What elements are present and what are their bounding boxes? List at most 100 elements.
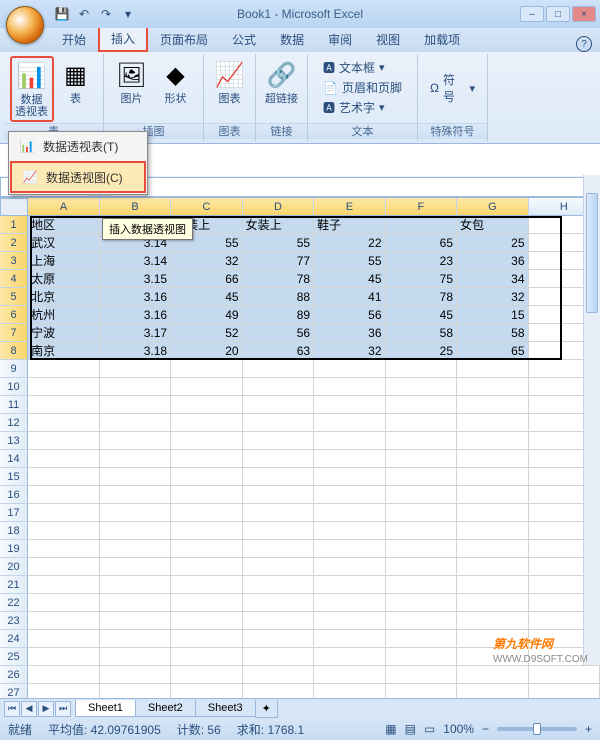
cell[interactable] [100,630,171,648]
cell[interactable]: 鞋子 [314,216,385,234]
col-F[interactable]: F [386,198,457,216]
cell[interactable] [457,432,528,450]
cell[interactable]: 32 [457,288,528,306]
row-header[interactable]: 9 [0,360,28,378]
cell[interactable]: 75 [386,270,457,288]
cell[interactable]: 北京 [28,288,99,306]
cell[interactable]: 45 [386,306,457,324]
row-header[interactable]: 25 [0,648,28,666]
zoom-level[interactable]: 100% [443,722,474,736]
row-header[interactable]: 14 [0,450,28,468]
cell[interactable] [171,504,242,522]
cell[interactable] [171,414,242,432]
cell[interactable] [386,450,457,468]
cell[interactable] [171,648,242,666]
cell[interactable] [100,414,171,432]
cell[interactable] [243,666,314,684]
cell[interactable] [100,594,171,612]
cell[interactable]: 宁波 [28,324,99,342]
cell[interactable] [100,360,171,378]
cell[interactable] [28,558,99,576]
row-header[interactable]: 24 [0,630,28,648]
sheet-tab-2[interactable]: Sheet2 [135,700,196,717]
textbox-button[interactable]: 🅰文本框 ▾ [319,58,406,77]
cell[interactable] [386,612,457,630]
cell[interactable] [243,468,314,486]
view-pagebreak-icon[interactable]: ▭ [424,722,435,736]
cell[interactable]: 15 [457,306,528,324]
cell[interactable] [314,360,385,378]
cell[interactable] [386,396,457,414]
cell[interactable] [386,540,457,558]
cell[interactable] [100,684,171,698]
cell[interactable] [314,486,385,504]
cell[interactable] [243,378,314,396]
grid[interactable]: 1地区女裤男装上女装上鞋子女包2武汉3.1455552265253上海3.143… [0,216,600,698]
view-normal-icon[interactable]: ▦ [385,722,396,736]
cell[interactable] [243,414,314,432]
cell[interactable] [171,558,242,576]
cell[interactable]: 49 [171,306,242,324]
cell[interactable]: 65 [457,342,528,360]
zoom-out[interactable]: − [482,722,489,736]
cell[interactable]: 杭州 [28,306,99,324]
cell[interactable] [457,576,528,594]
cell[interactable] [100,432,171,450]
cell[interactable] [314,576,385,594]
formula-input[interactable]: 地区 [111,177,600,197]
cell[interactable] [171,432,242,450]
cell[interactable] [243,648,314,666]
cell[interactable] [171,684,242,698]
col-A[interactable]: A [28,198,99,216]
cell[interactable]: 63 [243,342,314,360]
cell[interactable]: 南京 [28,342,99,360]
row-header[interactable]: 19 [0,540,28,558]
tab-review[interactable]: 审阅 [316,27,364,52]
tab-nav-prev[interactable]: ◀ [21,701,37,717]
col-C[interactable]: C [171,198,242,216]
table-button[interactable]: ▦ 表 [54,56,98,122]
cell[interactable] [386,684,457,698]
col-G[interactable]: G [457,198,528,216]
scrollbar-thumb[interactable] [586,193,598,313]
cell[interactable]: 45 [314,270,385,288]
row-header[interactable]: 26 [0,666,28,684]
cell[interactable] [100,468,171,486]
cell[interactable] [243,594,314,612]
tab-nav-next[interactable]: ▶ [38,701,54,717]
cell[interactable]: 78 [386,288,457,306]
cell[interactable]: 女包 [457,216,528,234]
minimize-button[interactable]: – [520,6,544,22]
cell[interactable] [243,450,314,468]
cell[interactable] [314,630,385,648]
cell[interactable] [100,486,171,504]
tab-home[interactable]: 开始 [50,27,98,52]
tab-formulas[interactable]: 公式 [220,27,268,52]
cell[interactable] [457,594,528,612]
headerfooter-button[interactable]: 📄页眉和页脚 [319,78,406,97]
cell[interactable] [314,666,385,684]
cell[interactable] [100,396,171,414]
cell[interactable] [243,504,314,522]
cell[interactable]: 3.14 [100,252,171,270]
row-header[interactable]: 15 [0,468,28,486]
tab-nav-last[interactable]: ⏭ [55,701,71,717]
cell[interactable] [386,504,457,522]
cell[interactable] [457,360,528,378]
zoom-slider[interactable] [497,727,577,731]
cell[interactable]: 上海 [28,252,99,270]
cell[interactable] [100,666,171,684]
cell[interactable] [171,540,242,558]
cell[interactable] [100,522,171,540]
cell[interactable] [243,432,314,450]
cell[interactable] [386,414,457,432]
cell[interactable] [386,432,457,450]
cell[interactable] [243,630,314,648]
cell[interactable] [28,666,99,684]
cell[interactable] [243,396,314,414]
cell[interactable] [314,450,385,468]
cell[interactable] [171,594,242,612]
row-header[interactable]: 8 [0,342,28,360]
cell[interactable] [457,666,528,684]
cell[interactable] [314,432,385,450]
